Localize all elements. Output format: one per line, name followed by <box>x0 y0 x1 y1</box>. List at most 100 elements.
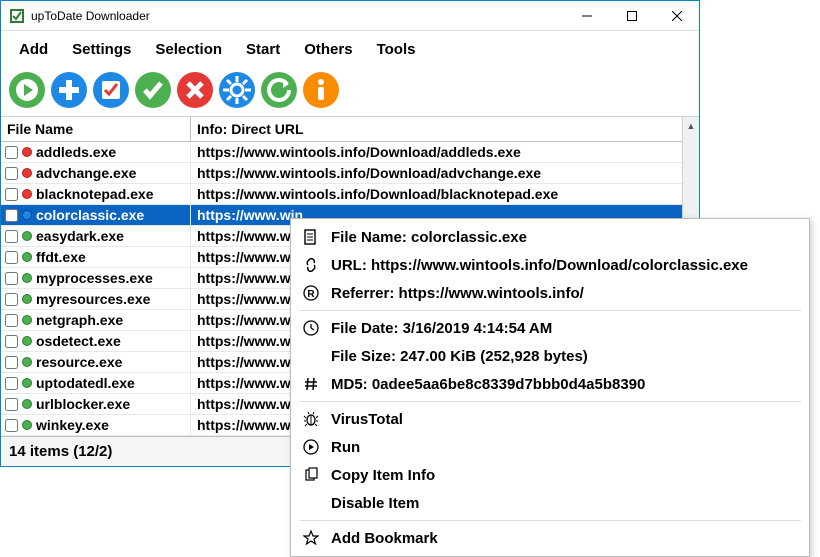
cell-file: uptodatedl.exe <box>1 373 191 393</box>
ctx-run-text: Run <box>331 439 360 456</box>
ok-button[interactable] <box>133 70 173 110</box>
file-name: blacknotepad.exe <box>36 186 154 202</box>
close-button[interactable] <box>654 1 699 30</box>
menu-others[interactable]: Others <box>294 37 362 62</box>
file-name: winkey.exe <box>36 417 109 433</box>
ctx-vt-text: VirusTotal <box>331 411 403 428</box>
row-checkbox[interactable] <box>5 356 18 369</box>
file-name: myresources.exe <box>36 291 150 307</box>
separator <box>299 520 801 521</box>
col-header-url[interactable]: Info: Direct URL <box>191 117 699 141</box>
cell-file: myresources.exe <box>1 289 191 309</box>
table-row[interactable]: addleds.exe https://www.wintools.info/Dow… <box>1 142 699 163</box>
refresh-button[interactable] <box>259 70 299 110</box>
registered-icon: R <box>301 283 321 303</box>
cell-file: urlblocker.exe <box>1 394 191 414</box>
blank-icon <box>301 346 321 366</box>
menu-start[interactable]: Start <box>236 37 290 62</box>
menu-selection[interactable]: Selection <box>145 37 232 62</box>
cell-file: winkey.exe <box>1 415 191 435</box>
ctx-md5[interactable]: MD5: 0adee5aa6be8c8339d7bbb0d4a5b8390 <box>291 370 809 398</box>
ctx-copy[interactable]: Copy Item Info <box>291 461 809 489</box>
row-checkbox[interactable] <box>5 209 18 222</box>
cell-file: addleds.exe <box>1 142 191 162</box>
row-checkbox[interactable] <box>5 398 18 411</box>
add-button[interactable] <box>49 70 89 110</box>
row-checkbox[interactable] <box>5 314 18 327</box>
maximize-button[interactable] <box>609 1 654 30</box>
ctx-url[interactable]: URL: https://www.wintools.info/Download/… <box>291 251 809 279</box>
cell-file: colorclassic.exe <box>1 205 191 225</box>
status-dot-icon <box>22 147 32 157</box>
file-name: netgraph.exe <box>36 312 123 328</box>
file-name: resource.exe <box>36 354 122 370</box>
ctx-copy-text: Copy Item Info <box>331 467 435 484</box>
row-checkbox[interactable] <box>5 335 18 348</box>
row-checkbox[interactable] <box>5 146 18 159</box>
row-checkbox[interactable] <box>5 419 18 432</box>
play-button[interactable] <box>7 70 47 110</box>
menu-settings[interactable]: Settings <box>62 37 141 62</box>
ctx-bookmark[interactable]: Add Bookmark <box>291 524 809 552</box>
ctx-date-text: File Date: 3/16/2019 4:14:54 AM <box>331 320 552 337</box>
ctx-referrer-text: Referrer: https://www.wintools.info/ <box>331 285 584 302</box>
star-icon <box>301 528 321 548</box>
svg-text:R: R <box>307 289 315 300</box>
col-header-file[interactable]: File Name <box>1 117 191 141</box>
status-dot-icon <box>22 252 32 262</box>
cell-file: advchange.exe <box>1 163 191 183</box>
copy-icon <box>301 465 321 485</box>
minimize-button[interactable] <box>564 1 609 30</box>
table-row[interactable]: blacknotepad.exe https://www.wintools.inf… <box>1 184 699 205</box>
file-name: addleds.exe <box>36 144 116 160</box>
toolbar <box>1 68 699 117</box>
settings-button[interactable] <box>217 70 257 110</box>
status-dot-icon <box>22 336 32 346</box>
info-button[interactable] <box>301 70 341 110</box>
cell-file: myprocesses.exe <box>1 268 191 288</box>
grid-header: File Name Info: Direct URL <box>1 117 699 142</box>
row-checkbox[interactable] <box>5 293 18 306</box>
status-dot-icon <box>22 168 32 178</box>
ctx-url-text: URL: https://www.wintools.info/Download/… <box>331 257 748 274</box>
file-name: osdetect.exe <box>36 333 121 349</box>
row-checkbox[interactable] <box>5 167 18 180</box>
cancel-button[interactable] <box>175 70 215 110</box>
cell-file: ffdt.exe <box>1 247 191 267</box>
row-checkbox[interactable] <box>5 272 18 285</box>
table-row[interactable]: advchange.exehttps://www.wintools.info/D… <box>1 163 699 184</box>
ctx-run[interactable]: Run <box>291 433 809 461</box>
row-checkbox[interactable] <box>5 188 18 201</box>
file-name: myprocesses.exe <box>36 270 153 286</box>
scroll-up-icon[interactable]: ▲ <box>683 117 699 134</box>
ctx-virustotal[interactable]: VirusTotal <box>291 405 809 433</box>
status-dot-icon <box>22 399 32 409</box>
cell-url: https://www.wintools.info/Download/addle… <box>191 142 699 162</box>
cell-url: https://www.wintools.info/Download/black… <box>191 184 699 204</box>
ctx-size[interactable]: File Size: 247.00 KiB (252,928 bytes) <box>291 342 809 370</box>
cell-file: netgraph.exe <box>1 310 191 330</box>
select-button[interactable] <box>91 70 131 110</box>
play-icon <box>301 437 321 457</box>
row-checkbox[interactable] <box>5 377 18 390</box>
cell-file: osdetect.exe <box>1 331 191 351</box>
window-title: upToDate Downloader <box>31 9 564 23</box>
menubar: Add Settings Selection Start Others Tool… <box>1 31 699 68</box>
ctx-filename[interactable]: File Name: colorclassic.exe <box>291 223 809 251</box>
row-checkbox[interactable] <box>5 251 18 264</box>
app-icon <box>9 8 25 24</box>
menu-add[interactable]: Add <box>9 37 58 62</box>
cell-file: easydark.exe <box>1 226 191 246</box>
ctx-date[interactable]: File Date: 3/16/2019 4:14:54 AM <box>291 314 809 342</box>
status-dot-icon <box>22 378 32 388</box>
link-icon <box>301 255 321 275</box>
file-icon <box>301 227 321 247</box>
titlebar: upToDate Downloader <box>1 1 699 31</box>
context-menu: File Name: colorclassic.exe URL: https:/… <box>290 218 810 557</box>
ctx-referrer[interactable]: R Referrer: https://www.wintools.info/ <box>291 279 809 307</box>
ctx-size-text: File Size: 247.00 KiB (252,928 bytes) <box>331 348 588 365</box>
row-checkbox[interactable] <box>5 230 18 243</box>
ctx-disable[interactable]: Disable Item <box>291 489 809 517</box>
ctx-filename-text: File Name: colorclassic.exe <box>331 229 527 246</box>
menu-tools[interactable]: Tools <box>367 37 426 62</box>
